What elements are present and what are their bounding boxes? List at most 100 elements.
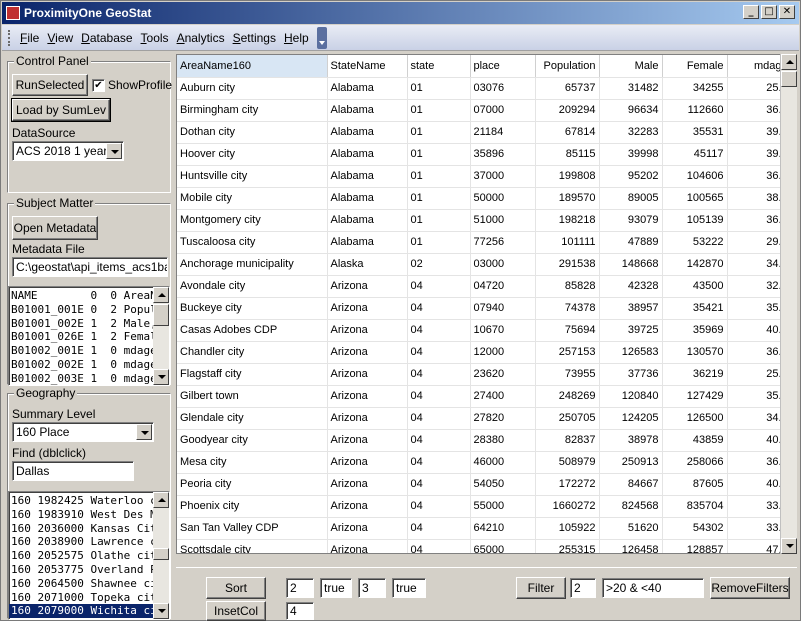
table-cell[interactable]: 42328: [599, 275, 663, 298]
table-cell[interactable]: Alabama: [327, 231, 408, 254]
table-cell[interactable]: Buckeye city: [177, 297, 328, 320]
table-row[interactable]: Avondale city Arizona 04 04720 85828 42328 435…: [177, 275, 786, 298]
column-header[interactable]: mdag: [727, 55, 786, 78]
table-cell[interactable]: 35969: [662, 319, 728, 342]
table-cell[interactable]: 250705: [535, 407, 600, 430]
table-cell[interactable]: Peoria city: [177, 473, 328, 496]
table-row[interactable]: Glendale city Arizona 04 27820 250705 124205 1…: [177, 407, 786, 430]
table-cell[interactable]: 85115: [535, 143, 600, 166]
table-row[interactable]: Birmingham city Alabama 01 07000 209294 96634…: [177, 99, 786, 122]
table-cell[interactable]: Alabama: [327, 99, 408, 122]
table-cell[interactable]: 51620: [599, 517, 663, 540]
table-cell[interactable]: 04: [407, 473, 471, 496]
table-cell[interactable]: Birmingham city: [177, 99, 328, 122]
table-cell[interactable]: 02: [407, 253, 471, 276]
list-item[interactable]: 160 2064500 Shawnee city, K: [9, 577, 153, 591]
table-row[interactable]: Mesa city Arizona 04 46000 508979 250913 25806…: [177, 451, 786, 474]
table-cell[interactable]: Arizona: [327, 473, 408, 496]
table-cell[interactable]: 35421: [662, 297, 728, 320]
table-row[interactable]: Buckeye city Arizona 04 07940 74378 38957 3542…: [177, 297, 786, 320]
scroll-up-icon[interactable]: [153, 492, 169, 508]
datasource-dropdown-icon[interactable]: [106, 143, 122, 159]
table-cell[interactable]: 50000: [470, 187, 536, 210]
table-cell[interactable]: 46000: [470, 451, 536, 474]
scroll-down-icon[interactable]: [781, 538, 797, 554]
table-cell[interactable]: 126500: [662, 407, 728, 430]
table-cell[interactable]: 04: [407, 275, 471, 298]
table-cell[interactable]: 04: [407, 363, 471, 386]
table-cell[interactable]: 07000: [470, 99, 536, 122]
table-cell[interactable]: 39.: [727, 143, 786, 166]
table-cell[interactable]: 126583: [599, 341, 663, 364]
table-row[interactable]: Flagstaff city Arizona 04 23620 73955 37736 36…: [177, 363, 786, 386]
table-cell[interactable]: Arizona: [327, 319, 408, 342]
table-cell[interactable]: Anchorage municipality: [177, 253, 328, 276]
table-cell[interactable]: 34.: [727, 253, 786, 276]
table-row[interactable]: Phoenix city Arizona 04 55000 1660272 824568 8…: [177, 495, 786, 518]
table-cell[interactable]: 35896: [470, 143, 536, 166]
table-row[interactable]: Scottsdale city Arizona 04 65000 255315 12645…: [177, 539, 786, 553]
table-cell[interactable]: 33.: [727, 495, 786, 518]
list-item[interactable]: 160 2108902 Bowling Green c: [9, 618, 153, 619]
scroll-thumb[interactable]: [781, 71, 797, 87]
table-cell[interactable]: 31482: [599, 77, 663, 100]
table-row[interactable]: Anchorage municipality Alaska 02 03000 29153…: [177, 253, 786, 276]
table-cell[interactable]: 65000: [470, 539, 536, 553]
column-header[interactable]: Male: [599, 55, 663, 78]
table-cell[interactable]: 189570: [535, 187, 600, 210]
table-cell[interactable]: 01: [407, 165, 471, 188]
table-cell[interactable]: 04: [407, 539, 471, 553]
table-cell[interactable]: 36.: [727, 451, 786, 474]
table-row[interactable]: Montgomery city Alabama 01 51000 198218 93079…: [177, 209, 786, 232]
menu-file[interactable]: File: [16, 31, 43, 45]
menu-view[interactable]: View: [43, 31, 77, 45]
table-cell[interactable]: 199808: [535, 165, 600, 188]
table-cell[interactable]: 54302: [662, 517, 728, 540]
table-cell[interactable]: 127429: [662, 385, 728, 408]
list-item[interactable]: 160 2038900 Lawrence city, K: [9, 535, 153, 549]
grid-vertical-scrollbar[interactable]: [780, 54, 797, 554]
load-by-sumlev-button[interactable]: Load by SumLev: [11, 98, 111, 122]
table-cell[interactable]: 10670: [470, 319, 536, 342]
table-cell[interactable]: 1660272: [535, 495, 600, 518]
table-cell[interactable]: Flagstaff city: [177, 363, 328, 386]
table-cell[interactable]: 82837: [535, 429, 600, 452]
list-item[interactable]: 160 1983910 West Des Moine: [9, 508, 153, 522]
table-cell[interactable]: 04: [407, 385, 471, 408]
table-cell[interactable]: 36.: [727, 341, 786, 364]
table-cell[interactable]: 04: [407, 297, 471, 320]
table-cell[interactable]: Alabama: [327, 165, 408, 188]
table-cell[interactable]: 12000: [470, 341, 536, 364]
table-cell[interactable]: 07940: [470, 297, 536, 320]
menu-analytics[interactable]: Analytics: [173, 31, 229, 45]
scroll-up-icon[interactable]: [781, 54, 797, 70]
metadata-list-scrollbar[interactable]: [153, 287, 169, 385]
table-cell[interactable]: Arizona: [327, 341, 408, 364]
table-cell[interactable]: 96634: [599, 99, 663, 122]
table-cell[interactable]: 40.: [727, 429, 786, 452]
table-cell[interactable]: 257153: [535, 341, 600, 364]
table-cell[interactable]: 47.: [727, 539, 786, 553]
table-cell[interactable]: 47889: [599, 231, 663, 254]
filter-expression-input[interactable]: >20 & <40: [602, 578, 704, 598]
table-cell[interactable]: 01: [407, 77, 471, 100]
table-cell[interactable]: 508979: [535, 451, 600, 474]
table-cell[interactable]: 37736: [599, 363, 663, 386]
table-cell[interactable]: 74378: [535, 297, 600, 320]
table-cell[interactable]: 25.: [727, 77, 786, 100]
table-cell[interactable]: 39998: [599, 143, 663, 166]
table-cell[interactable]: Arizona: [327, 385, 408, 408]
table-cell[interactable]: 73955: [535, 363, 600, 386]
table-cell[interactable]: Arizona: [327, 539, 408, 553]
list-item[interactable]: B01001_026E 1 2 Female,N: [9, 330, 153, 344]
table-cell[interactable]: 34.: [727, 407, 786, 430]
list-item[interactable]: 160 2036000 Kansas City city: [9, 522, 153, 536]
table-cell[interactable]: 130570: [662, 341, 728, 364]
table-cell[interactable]: 93079: [599, 209, 663, 232]
table-cell[interactable]: 38.: [727, 187, 786, 210]
table-row[interactable]: Mobile city Alabama 01 50000 189570 89005 1005…: [177, 187, 786, 210]
table-cell[interactable]: 33.: [727, 517, 786, 540]
table-cell[interactable]: 03076: [470, 77, 536, 100]
table-cell[interactable]: 04720: [470, 275, 536, 298]
table-cell[interactable]: 89005: [599, 187, 663, 210]
